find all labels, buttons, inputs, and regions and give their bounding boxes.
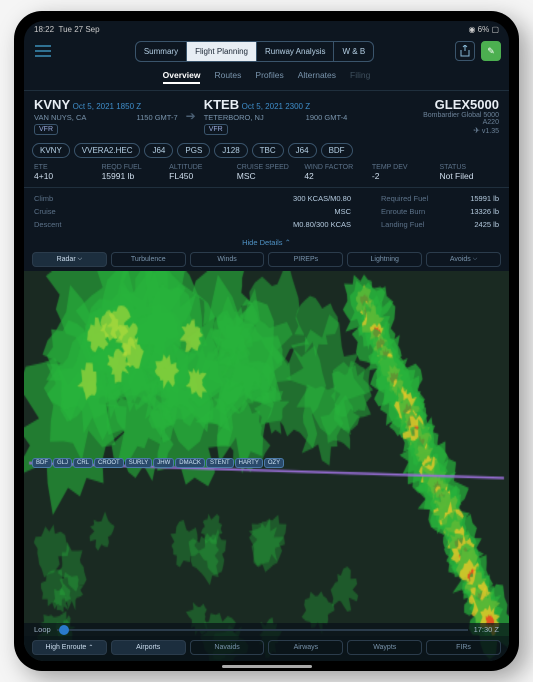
subtab-alternates[interactable]: Alternates	[298, 70, 336, 84]
loop-slider[interactable]	[57, 629, 468, 631]
detail-row: DescentM0.80/300 KCASLanding Fuel2425 lb	[34, 218, 499, 231]
map-bottom-chips: High Enroute ⌃ Airports NavaidsAirways Wayp…	[24, 636, 509, 661]
route-chip[interactable]: PGS	[177, 143, 210, 158]
dest-wx-badge: VFR	[204, 124, 228, 135]
map-waypoint[interactable]: OZY	[264, 458, 284, 468]
tab-flight-planning[interactable]: Flight Planning	[187, 42, 257, 61]
perf-altitude: ALTITUDEFL450	[169, 164, 229, 181]
menu-icon[interactable]	[32, 40, 54, 62]
loop-label[interactable]: Loop	[34, 625, 51, 634]
sub-tabs: Overview Routes Profiles Alternates Filing	[24, 66, 509, 91]
route-arrow-icon: ➔	[186, 109, 196, 123]
map-waypoint[interactable]: BDF	[32, 458, 52, 468]
perf-wind-factor: WIND FACTOR42	[304, 164, 364, 181]
perf-temp-dev: TEMP DEV-2	[372, 164, 432, 181]
layer-radar[interactable]: Radar ⌵	[32, 252, 107, 267]
detail-rows: Climb300 KCAS/M0.80Required Fuel15991 lb…	[24, 188, 509, 235]
map-waypoint[interactable]: CRL	[73, 458, 93, 468]
map-waypoint[interactable]: CROOT	[94, 458, 124, 468]
plane-icon: ✈	[473, 126, 480, 135]
subtab-overview[interactable]: Overview	[163, 70, 201, 84]
route-chip[interactable]: J64	[144, 143, 173, 158]
mapchip-airports[interactable]: Airports	[111, 640, 186, 655]
mapchip-airways[interactable]: Airways	[268, 640, 343, 655]
layer-turbulence[interactable]: Turbulence	[111, 252, 186, 267]
route-chip[interactable]: J128	[214, 143, 247, 158]
destination-block[interactable]: KTEB Oct 5, 2021 2300 Z TETERBORO, NJ190…	[204, 97, 348, 135]
map-waypoint[interactable]: JHW	[153, 458, 174, 468]
aircraft-block[interactable]: GLEX5000 Bombardier Global 5000 A220 ✈ v…	[355, 97, 499, 135]
tab-runway-analysis[interactable]: Runway Analysis	[257, 42, 334, 61]
detail-row: Climb300 KCAS/M0.80Required Fuel15991 lb	[34, 192, 499, 205]
add-button[interactable]: ✎	[481, 41, 501, 61]
tab-summary[interactable]: Summary	[136, 42, 187, 61]
map-view[interactable]: BDFGLJCRLCROOTSURLYJHWDMACKSTENTHARTYOZY…	[24, 271, 509, 661]
mapchip-waypts[interactable]: Waypts	[347, 640, 422, 655]
layer-pireps[interactable]: PIREPs	[268, 252, 343, 267]
loop-control: Loop 17:30 Z	[24, 623, 509, 636]
map-layer-chips: Radar ⌵ Turbulence WindsPIREPs Lightning Avo…	[24, 250, 509, 271]
perf-cruise-speed: CRUISE SPEEDMSC	[237, 164, 297, 181]
performance-row: ETE4+10 REQD FUEL15991 lb ALTITUDEFL450 CRU…	[24, 160, 509, 188]
route-chips: KVNYVVERA2.HECJ64PGSJ128TBCJ64BDF	[24, 137, 509, 160]
mapchip-high-enroute[interactable]: High Enroute ⌃	[32, 640, 107, 655]
layer-avoids[interactable]: Avoids ⌵	[426, 252, 501, 267]
detail-row: CruiseMSCEnroute Burn13326 lb	[34, 205, 499, 218]
subtab-profiles[interactable]: Profiles	[255, 70, 283, 84]
share-button[interactable]	[455, 41, 475, 61]
map-waypoint[interactable]: SURLY	[125, 458, 153, 468]
loop-time: 17:30 Z	[474, 625, 499, 634]
subtab-routes[interactable]: Routes	[214, 70, 241, 84]
route-header: KVNY Oct 5, 2021 1850 Z VAN NUYS, CA1150…	[24, 91, 509, 137]
perf-reqd-fuel: REQD FUEL15991 lb	[102, 164, 162, 181]
tab-w-b[interactable]: W & B	[334, 42, 373, 61]
hide-details-toggle[interactable]: Hide Details ⌃	[24, 235, 509, 250]
route-chip[interactable]: BDF	[321, 143, 353, 158]
route-chip[interactable]: VVERA2.HEC	[74, 143, 141, 158]
origin-block[interactable]: KVNY Oct 5, 2021 1850 Z VAN NUYS, CA1150…	[34, 97, 178, 135]
map-waypoint[interactable]: GLJ	[53, 458, 72, 468]
origin-wx-badge: VFR	[34, 124, 58, 135]
mapchip-firs[interactable]: FIRs	[426, 640, 501, 655]
layer-lightning[interactable]: Lightning	[347, 252, 422, 267]
main-tabs: SummaryFlight PlanningRunway AnalysisW &…	[135, 41, 374, 62]
map-waypoint[interactable]: DMACK	[175, 458, 205, 468]
perf-ete: ETE4+10	[34, 164, 94, 181]
perf-status: STATUSNot Filed	[439, 164, 499, 181]
layer-winds[interactable]: Winds	[190, 252, 265, 267]
route-chip[interactable]: KVNY	[32, 143, 70, 158]
route-chip[interactable]: J64	[288, 143, 317, 158]
route-chip[interactable]: TBC	[252, 143, 284, 158]
mapchip-navaids[interactable]: Navaids	[190, 640, 265, 655]
subtab-filing: Filing	[350, 70, 370, 84]
home-indicator[interactable]	[222, 665, 312, 668]
map-waypoint[interactable]: HARTY	[235, 458, 263, 468]
map-waypoint[interactable]: STENT	[206, 458, 234, 468]
status-bar: 18:22 Tue 27 Sep ◉ 6% ▢	[24, 21, 509, 38]
